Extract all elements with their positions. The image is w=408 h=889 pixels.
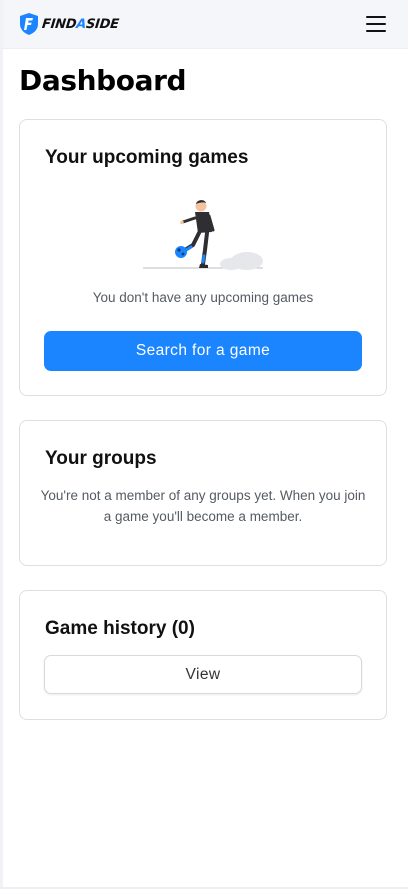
shield-logo-icon (20, 13, 38, 35)
game-history-title: Game history (0) (45, 618, 195, 639)
footballer-illustration-icon (143, 200, 263, 270)
groups-empty-text: You're not a member of any groups yet. W… (40, 488, 366, 524)
view-history-button[interactable]: View (44, 655, 362, 694)
upcoming-games-card: Your upcoming games You don't have any u… (19, 119, 387, 396)
search-game-button[interactable]: Search for a game (44, 331, 362, 371)
upcoming-empty-text: You don't have any upcoming games (92, 290, 314, 305)
hamburger-menu-icon[interactable] (366, 16, 386, 32)
upcoming-games-title: Your upcoming games (45, 147, 249, 168)
viewport-left-edge (0, 0, 3, 889)
game-history-card: Game history (0) View (19, 590, 387, 720)
groups-title: Your groups (45, 448, 157, 469)
brand-logo[interactable]: FINDASIDE (18, 12, 119, 36)
top-navbar: FINDASIDE (0, 0, 408, 49)
groups-card: Your groups You're not a member of any g… (19, 420, 387, 566)
page-title: Dashboard (19, 64, 187, 97)
brand-wordmark: FINDASIDE (41, 16, 120, 32)
